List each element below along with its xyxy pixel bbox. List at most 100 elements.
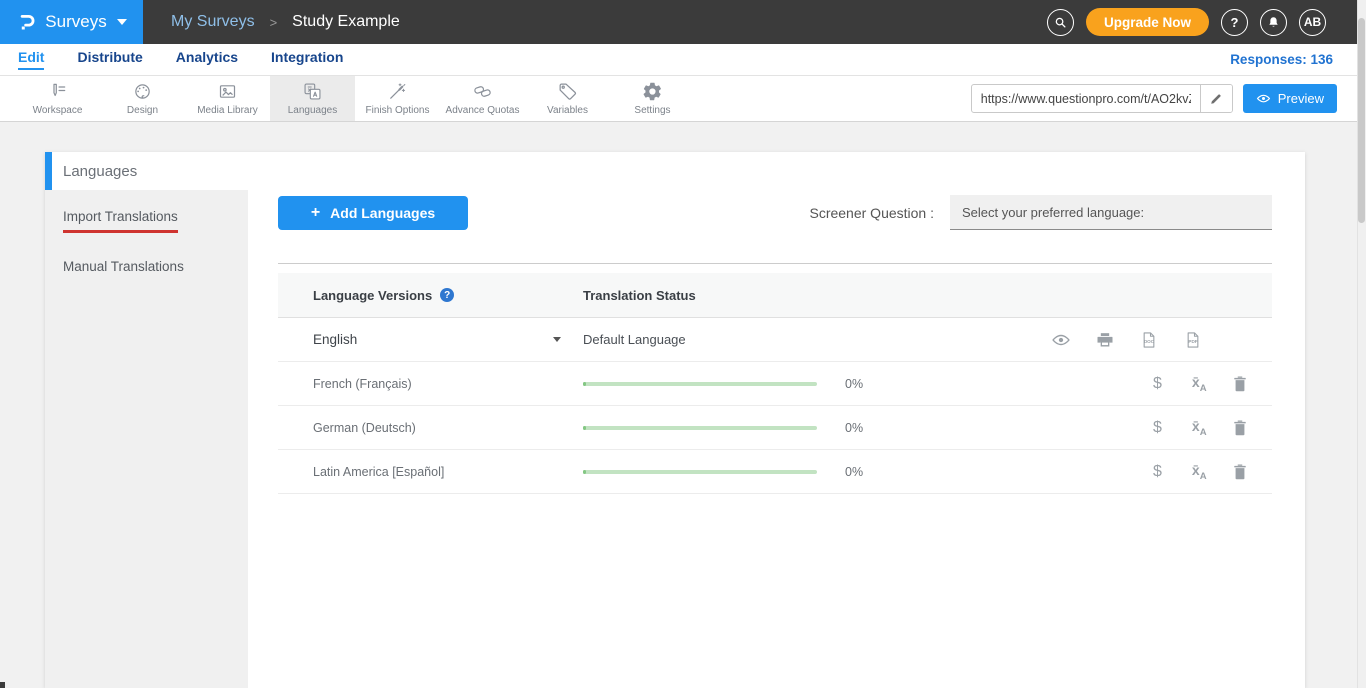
sidebar-item-manual-translations[interactable]: Manual Translations — [45, 246, 248, 287]
survey-url-box — [971, 84, 1233, 113]
delete-language-button[interactable] — [1230, 418, 1250, 438]
toolbar-label: Languages — [288, 105, 338, 116]
section-divider — [278, 263, 1272, 264]
language-actions: $ x̄A — [878, 462, 1272, 482]
column-translation-status-label: Translation Status — [583, 288, 696, 303]
paid-translation-button[interactable]: $ — [1153, 463, 1162, 481]
progress-percent: 0% — [845, 421, 863, 435]
auto-translate-button[interactable]: x̄A — [1192, 462, 1207, 482]
sidebar-item-label: Import Translations — [63, 209, 178, 233]
tab-distribute[interactable]: Distribute — [77, 49, 142, 70]
avatar[interactable]: AB — [1299, 9, 1326, 36]
preview-label: Preview — [1278, 91, 1324, 106]
survey-nav: Edit Distribute Analytics Integration Re… — [0, 44, 1366, 76]
scrollbar-thumb[interactable] — [1358, 18, 1365, 223]
upgrade-now-button[interactable]: Upgrade Now — [1086, 8, 1209, 36]
download-pdf-button[interactable]: PDF — [1183, 330, 1203, 350]
survey-url-input[interactable] — [972, 92, 1200, 106]
notifications-button[interactable] — [1260, 9, 1287, 36]
sidebar-item-import-translations[interactable]: Import Translations — [45, 196, 248, 246]
screener-question-value: Select your preferred language: — [962, 205, 1144, 220]
toolbar-item-variables[interactable]: Variables — [525, 76, 610, 121]
paid-translation-button[interactable]: $ — [1153, 419, 1162, 437]
svg-text:DOC: DOC — [1144, 339, 1155, 344]
card-body: Import Translations Manual Translations … — [45, 190, 1305, 688]
print-button[interactable] — [1095, 330, 1115, 350]
translate-icon-sub: A — [1200, 470, 1207, 481]
help-badge-icon[interactable]: ? — [440, 288, 454, 302]
toolbar-item-design[interactable]: Design — [100, 76, 185, 121]
progress-bar — [583, 426, 817, 430]
toolbar-item-languages[interactable]: Languages — [270, 76, 355, 121]
screener-question-select[interactable]: Select your preferred language: — [950, 195, 1272, 230]
add-languages-label: Add Languages — [330, 205, 435, 221]
tab-analytics[interactable]: Analytics — [176, 49, 238, 70]
language-actions: $ x̄A — [878, 374, 1272, 394]
auto-translate-button[interactable]: x̄A — [1192, 374, 1207, 394]
responses-count[interactable]: Responses: 136 — [1230, 52, 1333, 67]
toolbar-item-settings[interactable]: Settings — [610, 76, 695, 121]
toolbar-item-media-library[interactable]: Media Library — [185, 76, 270, 121]
edit-toolbar: Workspace Design Media Library Languages… — [0, 76, 1366, 122]
design-icon — [132, 81, 153, 102]
language-name: French (Français) — [313, 377, 412, 391]
default-language-name: English — [313, 332, 357, 347]
toolbar-label: Settings — [634, 105, 670, 116]
search-icon — [1053, 15, 1068, 30]
card-title: Languages — [45, 163, 137, 180]
paid-translation-button[interactable]: $ — [1153, 375, 1162, 393]
product-menu-button[interactable]: Surveys — [0, 0, 143, 44]
toolbar-label: Design — [127, 105, 158, 116]
questionpro-logo-icon — [16, 12, 37, 33]
table-row-default-language: English Default Language — [278, 318, 1272, 362]
default-language-cell[interactable]: English — [278, 332, 583, 347]
preview-button[interactable]: Preview — [1243, 84, 1337, 113]
active-section-accent — [45, 152, 52, 190]
translate-icon: x̄ — [1192, 374, 1200, 390]
breadcrumb-separator-icon: > — [270, 15, 278, 30]
progress-percent: 0% — [845, 465, 863, 479]
cursor-artifact — [0, 682, 5, 688]
screener-question-group: Screener Question : Select your preferre… — [809, 195, 1272, 230]
language-name-cell: Latin America [Español] — [278, 465, 583, 479]
column-translation-status: Translation Status — [583, 288, 878, 303]
toolbar-item-workspace[interactable]: Workspace — [15, 76, 100, 121]
toolbar-label: Variables — [547, 105, 588, 116]
breadcrumb-my-surveys[interactable]: My Surveys — [171, 13, 255, 31]
edit-url-button[interactable] — [1200, 84, 1232, 113]
finish-options-icon — [387, 81, 408, 102]
avatar-initials: AB — [1304, 15, 1321, 29]
table-header-row: Language Versions ? Translation Status — [278, 273, 1272, 318]
trash-icon — [1230, 418, 1250, 438]
translate-icon: x̄ — [1192, 418, 1200, 434]
card-title-row: Languages — [45, 152, 1305, 190]
product-name: Surveys — [45, 12, 106, 32]
variables-icon — [557, 81, 578, 102]
default-language-status: Default Language — [583, 332, 686, 347]
chevron-down-icon[interactable] — [553, 337, 561, 342]
translation-progress-cell: 0% — [583, 465, 878, 479]
toolbar-item-finish-options[interactable]: Finish Options — [355, 76, 440, 121]
delete-language-button[interactable] — [1230, 462, 1250, 482]
tab-integration[interactable]: Integration — [271, 49, 343, 70]
default-language-actions: DOC PDF — [878, 330, 1272, 350]
view-survey-button[interactable] — [1051, 330, 1071, 350]
translate-icon-sub: A — [1200, 426, 1207, 437]
download-doc-button[interactable]: DOC — [1139, 330, 1159, 350]
auto-translate-button[interactable]: x̄A — [1192, 418, 1207, 438]
toolbar-item-advance-quotas[interactable]: Advance Quotas — [440, 76, 525, 121]
search-button[interactable] — [1047, 9, 1074, 36]
screener-question-label: Screener Question : — [809, 205, 934, 221]
pdf-file-icon: PDF — [1183, 330, 1203, 350]
language-name-cell: German (Deutsch) — [278, 421, 583, 435]
help-button[interactable]: ? — [1221, 9, 1248, 36]
progress-bar-fill — [583, 426, 586, 430]
page-scrollbar[interactable] — [1357, 0, 1366, 688]
add-languages-button[interactable]: + Add Languages — [278, 196, 468, 230]
toolbar-right: Preview — [971, 76, 1366, 121]
tab-edit[interactable]: Edit — [18, 49, 44, 70]
delete-language-button[interactable] — [1230, 374, 1250, 394]
default-language-tools: DOC PDF — [1051, 330, 1203, 350]
languages-main: + Add Languages Screener Question : Sele… — [248, 190, 1305, 688]
workspace-icon — [47, 81, 68, 102]
